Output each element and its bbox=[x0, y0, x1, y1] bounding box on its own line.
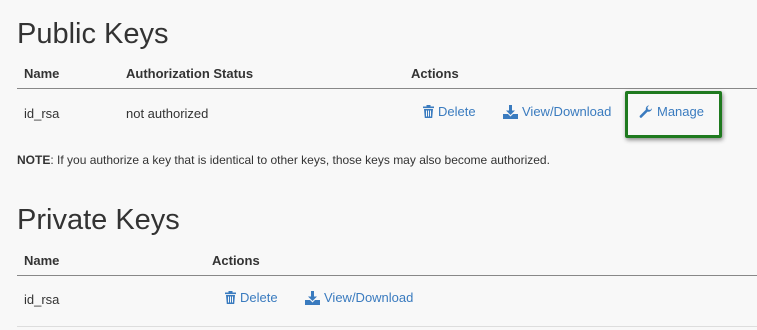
trash-icon bbox=[423, 105, 434, 118]
ssh-keys-page: Public Keys Name Authorization Status Ac… bbox=[0, 0, 757, 330]
private-row-divider bbox=[17, 326, 757, 327]
private-key-name: id_rsa bbox=[24, 292, 60, 307]
authorization-note: NOTE: If you authorize a key that is ide… bbox=[17, 153, 550, 167]
download-icon bbox=[503, 104, 518, 119]
wrench-icon bbox=[639, 104, 653, 119]
public-header-divider bbox=[17, 88, 757, 89]
public-delete-button[interactable]: Delete bbox=[423, 104, 476, 119]
trash-icon bbox=[225, 291, 236, 304]
public-manage-button[interactable]: Manage bbox=[639, 104, 704, 119]
private-delete-label: Delete bbox=[240, 290, 278, 305]
public-delete-label: Delete bbox=[438, 104, 476, 119]
public-key-name: id_rsa bbox=[24, 106, 60, 121]
public-key-status: not authorized bbox=[126, 106, 209, 121]
private-view-download-label: View/Download bbox=[324, 290, 414, 305]
private-header-divider bbox=[17, 275, 757, 276]
public-view-download-label: View/Download bbox=[522, 104, 612, 119]
public-header-actions: Actions bbox=[411, 66, 459, 81]
download-icon bbox=[305, 290, 320, 305]
public-header-name: Name bbox=[24, 66, 60, 81]
note-label: NOTE bbox=[17, 153, 51, 167]
private-header-actions: Actions bbox=[212, 253, 260, 268]
public-header-status: Authorization Status bbox=[126, 66, 254, 81]
private-keys-title: Private Keys bbox=[17, 204, 180, 236]
public-keys-title: Public Keys bbox=[17, 18, 169, 50]
private-header-name: Name bbox=[24, 253, 60, 268]
private-view-download-button[interactable]: View/Download bbox=[305, 290, 413, 305]
public-manage-label: Manage bbox=[657, 104, 704, 119]
public-view-download-button[interactable]: View/Download bbox=[503, 104, 611, 119]
note-text: : If you authorize a key that is identic… bbox=[50, 153, 550, 167]
private-delete-button[interactable]: Delete bbox=[225, 290, 278, 305]
